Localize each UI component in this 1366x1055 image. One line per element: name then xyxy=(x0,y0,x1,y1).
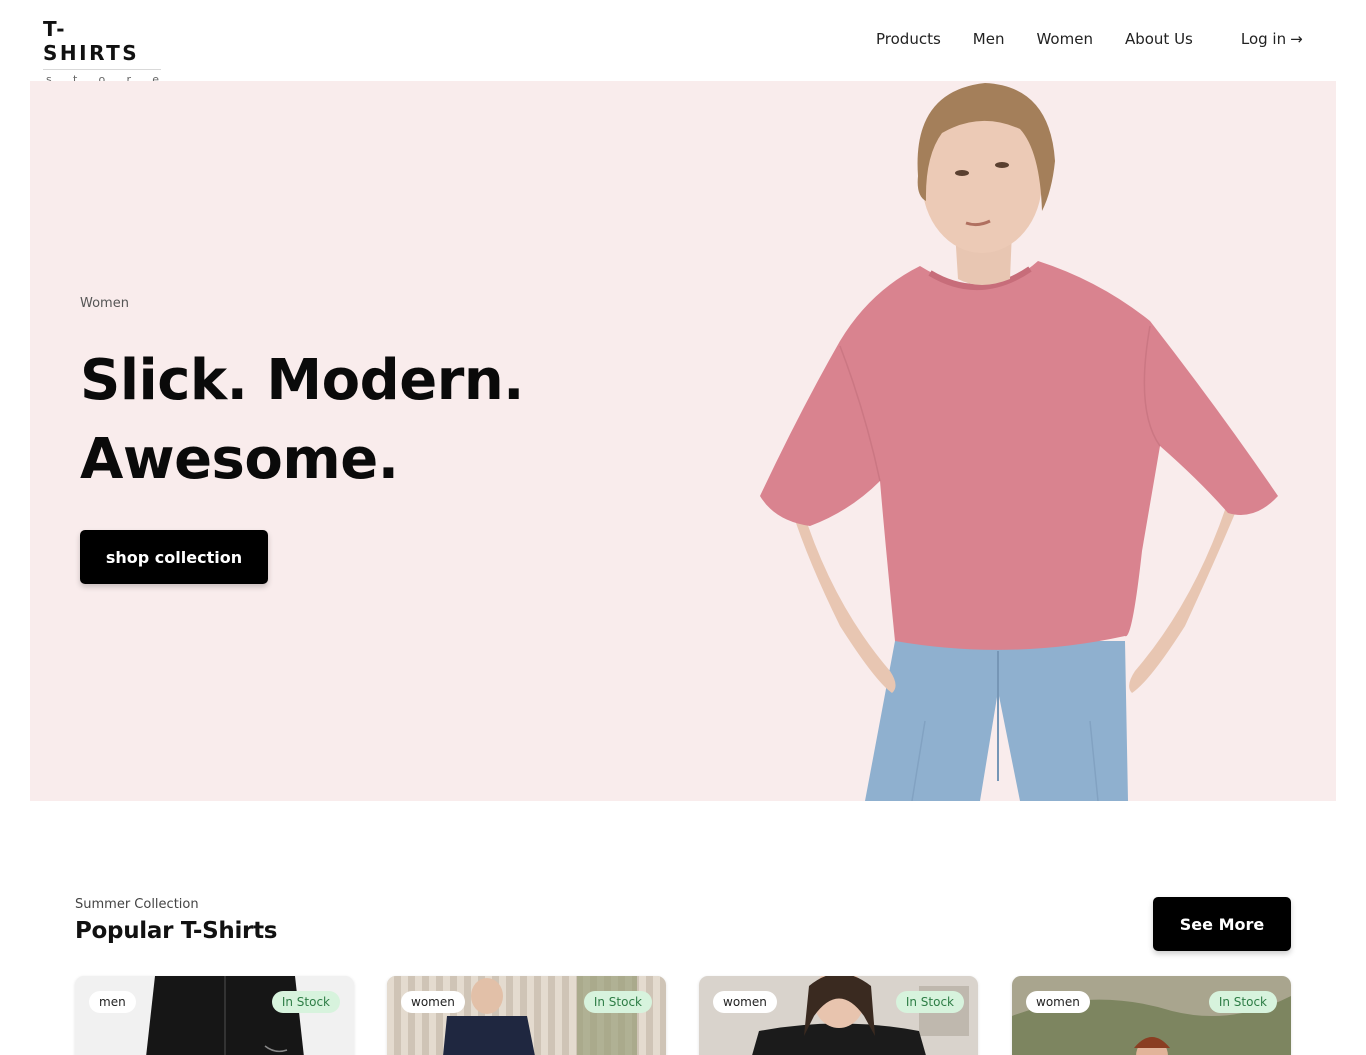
arrow-right-icon: → xyxy=(1290,30,1303,48)
product-card[interactable]: men In Stock xyxy=(75,976,354,1055)
hero-model-image xyxy=(760,83,1278,801)
main-nav: Products Men Women About Us Log in → xyxy=(876,29,1303,49)
nav-products[interactable]: Products xyxy=(876,29,941,49)
product-image xyxy=(75,976,354,1055)
brand-logo[interactable]: T-SHIRTS s t o r e xyxy=(43,17,163,86)
product-card[interactable]: women In Stock xyxy=(699,976,978,1055)
nav-about-us[interactable]: About Us xyxy=(1125,29,1193,49)
section-eyebrow: Summer Collection xyxy=(75,897,199,912)
product-card[interactable]: women In Stock xyxy=(387,976,666,1055)
product-cards: men In Stock women In Stock women In Sto… xyxy=(75,976,1291,1055)
product-image xyxy=(699,976,978,1055)
stock-badge: In Stock xyxy=(1208,991,1277,1013)
product-image xyxy=(1012,976,1291,1055)
hero-headline-line2: Awesome. xyxy=(80,427,399,492)
hero-banner: Women Slick. Modern. Awesome. shop colle… xyxy=(30,81,1336,801)
site-header: T-SHIRTS s t o r e Products Men Women Ab… xyxy=(0,0,1366,86)
brand-title: T-SHIRTS xyxy=(43,17,140,65)
nav-men[interactable]: Men xyxy=(973,29,1005,49)
stock-badge: In Stock xyxy=(271,991,340,1013)
hero-headline-line1: Slick. Modern. xyxy=(80,348,524,413)
login-link[interactable]: Log in → xyxy=(1241,29,1303,49)
stock-badge: In Stock xyxy=(895,991,964,1013)
brand-divider xyxy=(43,69,161,70)
shop-collection-button[interactable]: shop collection xyxy=(80,530,268,584)
login-label: Log in xyxy=(1240,30,1287,48)
product-image xyxy=(387,976,666,1055)
stock-badge: In Stock xyxy=(583,991,652,1013)
see-more-button[interactable]: See More xyxy=(1153,897,1291,951)
product-card[interactable]: women In Stock xyxy=(1012,976,1291,1055)
category-badge: men xyxy=(89,991,136,1013)
hero-eyebrow: Women xyxy=(80,296,129,311)
category-badge: women xyxy=(1026,991,1090,1013)
category-badge: women xyxy=(401,991,465,1013)
category-badge: women xyxy=(713,991,777,1013)
section-title: Popular T-Shirts xyxy=(75,918,278,944)
nav-women[interactable]: Women xyxy=(1036,29,1092,49)
